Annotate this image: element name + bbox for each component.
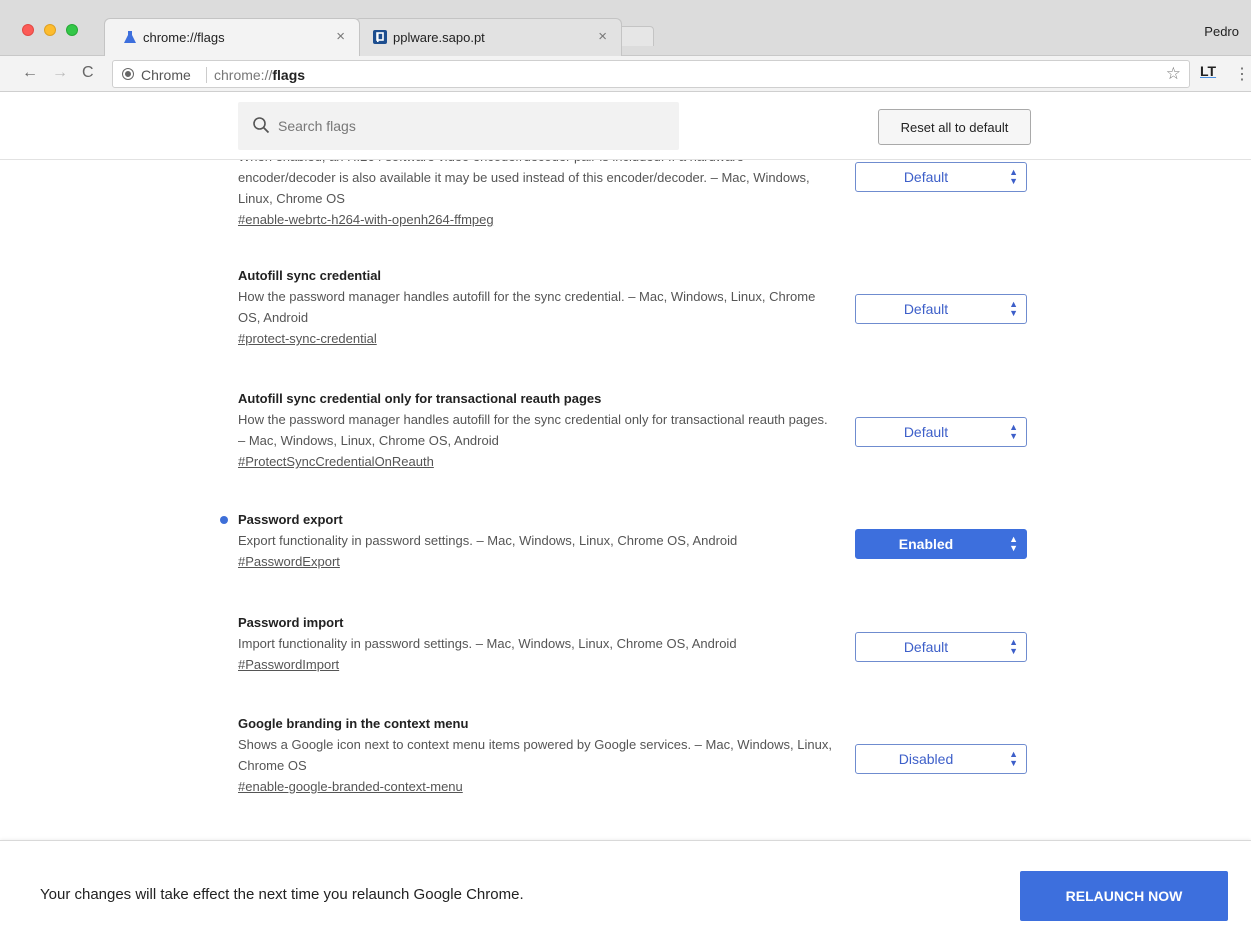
relaunch-now-button[interactable]: RELAUNCH NOW — [1020, 871, 1228, 921]
back-arrow-icon[interactable]: ← — [22, 64, 38, 82]
profile-name[interactable]: Pedro — [1204, 24, 1239, 39]
experiment-description: When enabled, an H.264 software video en… — [238, 160, 810, 206]
experiment-link[interactable]: #enable-webrtc-h264-with-openh264-ffmpeg — [238, 209, 494, 231]
relaunch-message: Your changes will take effect the next t… — [40, 886, 524, 903]
pplware-favicon-icon — [373, 30, 387, 44]
experiment-item: Google branding in the context menu Show… — [238, 714, 838, 798]
experiment-link[interactable]: #PasswordExport — [238, 551, 340, 573]
forward-arrow-icon[interactable]: → — [52, 64, 68, 82]
select-arrows-icon: ▲ ▼ — [1009, 749, 1018, 768]
experiment-title: Autofill sync credential — [238, 268, 382, 283]
chrome-logo-icon — [123, 69, 133, 79]
select-arrows-icon: ▲ ▼ — [1009, 534, 1018, 553]
select-value: Default — [903, 301, 949, 317]
experiment-select[interactable]: Default ▲ ▼ — [855, 632, 1027, 662]
relaunch-bar: Your changes will take effect the next t… — [0, 840, 1251, 942]
select-value: Default — [903, 639, 949, 655]
bookmark-star-icon[interactable]: ☆ — [1166, 64, 1181, 84]
experiment-item: Autofill sync credential How the passwor… — [238, 266, 838, 350]
tab-pplware[interactable]: pplware.sapo.pt × — [354, 18, 622, 56]
experiment-select[interactable]: Default ▲ ▼ — [855, 162, 1027, 192]
select-arrows-icon: ▲ ▼ — [1009, 637, 1018, 656]
select-arrows-icon: ▲ ▼ — [1009, 299, 1018, 318]
tab-chrome-flags[interactable]: chrome://flags × — [104, 18, 360, 56]
experiment-description: Shows a Google icon next to context menu… — [238, 737, 832, 773]
experiment-description: Import functionality in password setting… — [238, 636, 737, 651]
experiment-link[interactable]: #protect-sync-credential — [238, 328, 377, 350]
experiment-item: Autofill sync credential only for transa… — [238, 389, 838, 473]
flags-header: Reset all to default — [0, 92, 1251, 160]
languagetool-extension-icon[interactable]: LT — [1200, 63, 1216, 79]
select-value: Disabled — [898, 751, 954, 767]
experiment-description: How the password manager handles autofil… — [238, 289, 816, 325]
experiment-description: How the password manager handles autofil… — [238, 412, 828, 448]
experiment-description: Export functionality in password setting… — [238, 533, 738, 548]
select-value: Enabled — [898, 536, 954, 552]
experiment-item: Password export Export functionality in … — [220, 510, 838, 573]
search-input[interactable] — [278, 112, 658, 140]
experiment-item: Password import Import functionality in … — [238, 613, 838, 676]
address-bar[interactable]: Chrome chrome://flags ☆ — [112, 60, 1190, 88]
experiment-title: Password import — [238, 615, 344, 630]
close-window-button[interactable] — [22, 24, 34, 36]
experiment-title: Google branding in the context menu — [238, 716, 469, 731]
experiment-select[interactable]: Enabled ▲ ▼ — [855, 529, 1027, 559]
flask-icon — [124, 31, 136, 43]
experiments-list: When enabled, an H.264 software video en… — [0, 160, 1251, 840]
select-value: Default — [903, 169, 949, 185]
browser-toolbar: ← → C Chrome chrome://flags ☆ — [0, 56, 1251, 92]
tab-strip: chrome://flags × pplware.sapo.pt × Pedro — [0, 0, 1251, 56]
chip-divider — [206, 67, 207, 83]
select-arrows-icon: ▲ ▼ — [1009, 422, 1018, 441]
experiment-link[interactable]: #PasswordImport — [238, 654, 339, 676]
search-icon — [253, 117, 270, 134]
experiment-select[interactable]: Default ▲ ▼ — [855, 417, 1027, 447]
security-chip-label: Chrome — [141, 67, 191, 83]
experiment-select[interactable]: Default ▲ ▼ — [855, 294, 1027, 324]
search-box[interactable] — [238, 102, 679, 150]
experiment-item: When enabled, an H.264 software video en… — [238, 160, 838, 231]
experiment-title: Autofill sync credential only for transa… — [238, 391, 602, 406]
tab-title: pplware.sapo.pt — [393, 30, 485, 45]
tab-close-icon[interactable]: × — [336, 28, 345, 45]
url-text: chrome://flags — [214, 67, 306, 83]
new-tab-button[interactable] — [618, 26, 654, 46]
tab-title: chrome://flags — [143, 30, 225, 45]
reset-all-button[interactable]: Reset all to default — [878, 109, 1031, 145]
select-arrows-icon: ▲ ▼ — [1009, 167, 1018, 186]
reload-icon[interactable]: C — [82, 64, 94, 82]
experiment-link[interactable]: #ProtectSyncCredentialOnReauth — [238, 451, 434, 473]
browser-menu-icon[interactable]: ⋮ — [1234, 64, 1250, 84]
tab-close-icon[interactable]: × — [598, 28, 607, 45]
experiment-select[interactable]: Disabled ▲ ▼ — [855, 744, 1027, 774]
minimize-window-button[interactable] — [44, 24, 56, 36]
modified-indicator-dot — [220, 516, 228, 524]
experiment-link[interactable]: #enable-google-branded-context-menu — [238, 776, 463, 798]
maximize-window-button[interactable] — [66, 24, 78, 36]
select-value: Default — [903, 424, 949, 440]
experiment-title: Password export — [238, 512, 343, 527]
